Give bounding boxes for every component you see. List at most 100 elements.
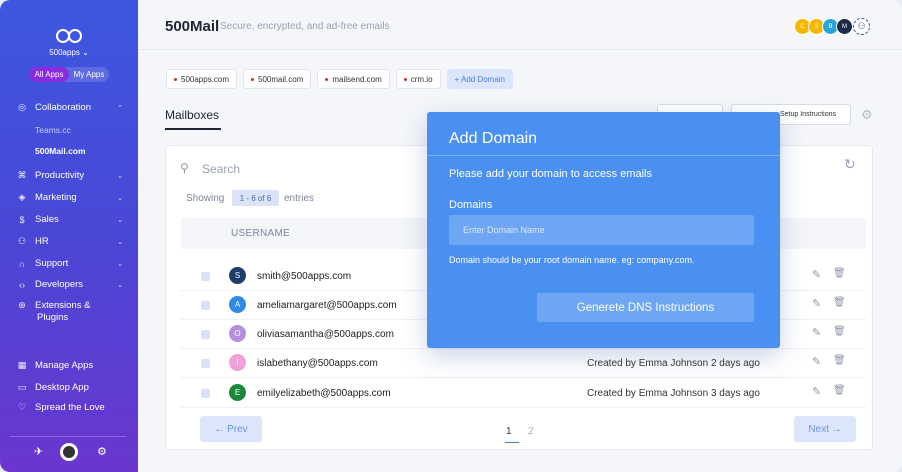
- row-email: emilyelizabeth@500apps.com: [257, 388, 391, 399]
- sidebar-item-label: Manage Apps: [35, 360, 94, 371]
- search-icon: ⚲: [180, 161, 189, 175]
- sidebar-item-collaboration[interactable]: ◎ Collaboration ⌃: [17, 102, 125, 113]
- all-apps-toggle[interactable]: All Apps: [29, 67, 69, 82]
- edit-icon[interactable]: ✎: [812, 385, 821, 398]
- trash-icon[interactable]: 🗑: [833, 297, 846, 308]
- sidebar-item-label: Sales: [35, 214, 59, 225]
- showing-label: Showing: [186, 193, 225, 204]
- sidebar-item-spread-love[interactable]: ♡ Spread the Love: [17, 402, 125, 413]
- sidebar-item-developers[interactable]: ‹› Developers ⌄: [17, 279, 125, 290]
- row-email: islabethany@500apps.com: [257, 358, 378, 369]
- add-domain-modal: Add Domain Please add your domain to acc…: [427, 112, 780, 348]
- row-email: oliviasamantha@500apps.com: [257, 329, 394, 340]
- sidebar-item-label: Spread the Love: [35, 402, 105, 413]
- puzzle-icon: ⊛: [18, 300, 26, 310]
- sidebar-item-label: Marketing: [35, 192, 77, 203]
- headset-icon: ∩: [18, 258, 26, 269]
- sidebar-item-extensions[interactable]: ⊛ Extensions &: [17, 300, 125, 311]
- row-checkbox[interactable]: [201, 389, 210, 398]
- edit-icon[interactable]: ✎: [812, 297, 821, 310]
- sidebar-item-productivity[interactable]: ⌘ Productivity ⌄: [17, 170, 125, 181]
- avatar[interactable]: M: [836, 18, 853, 35]
- edit-icon[interactable]: ✎: [812, 326, 821, 339]
- monitor-icon: ▭: [17, 382, 27, 392]
- dollar-icon: $: [19, 214, 25, 225]
- code-icon: ‹›: [19, 279, 25, 290]
- modal-description: Please add your domain to access emails: [449, 168, 652, 180]
- domain-hint: Domain should be your root domain name. …: [449, 255, 695, 265]
- avatar: A: [229, 296, 246, 313]
- row-created-by: Created by Emma Johnson 3 days ago: [587, 388, 760, 399]
- entries-range-badge: 1 - 6 of 6: [232, 190, 279, 206]
- page-title: 500Mail: [165, 18, 220, 35]
- page-number-2[interactable]: 2: [528, 426, 534, 437]
- domain-tag[interactable]: mailsend.com: [317, 69, 390, 89]
- row-created-by: Created by Emma Johnson 2 days ago: [587, 358, 760, 369]
- row-checkbox[interactable]: [201, 272, 210, 281]
- sidebar-item-manage-apps[interactable]: ▦ Manage Apps: [17, 360, 125, 371]
- sidebar-subitem-teams[interactable]: Teams.cc: [35, 125, 71, 135]
- sidebar-divider: [10, 436, 126, 437]
- next-page-button[interactable]: Next →: [794, 416, 856, 442]
- avatar: I: [229, 354, 246, 371]
- search-input[interactable]: Search: [202, 162, 240, 176]
- gear-icon[interactable]: ⚙: [97, 445, 107, 458]
- avatar[interactable]: [60, 443, 78, 461]
- rocket-icon[interactable]: ✈: [34, 445, 43, 458]
- domain-tag[interactable]: 500apps.com: [166, 69, 238, 89]
- trash-icon[interactable]: 🗑: [833, 268, 846, 279]
- page-number-1[interactable]: 1: [506, 426, 512, 437]
- row-checkbox[interactable]: [201, 330, 210, 339]
- sidebar-item-label: Collaboration: [35, 102, 91, 113]
- sidebar-subitem-500mail[interactable]: 500Mail.com: [35, 146, 86, 156]
- heart-icon: ♡: [17, 402, 27, 412]
- domain-tag[interactable]: 500mail.com: [243, 69, 312, 89]
- add-user-icon[interactable]: ⚇: [853, 18, 870, 35]
- chevron-down-icon: ⌄: [117, 172, 123, 180]
- domain-name-input[interactable]: [449, 215, 754, 245]
- avatar: S: [229, 267, 246, 284]
- row-checkbox[interactable]: [201, 301, 210, 310]
- domains-label: Domains: [449, 199, 493, 211]
- column-header-username[interactable]: USERNAME: [231, 228, 290, 239]
- my-apps-toggle[interactable]: My Apps: [69, 67, 109, 82]
- sidebar-item-marketing[interactable]: ◈ Marketing ⌄: [17, 192, 125, 203]
- add-domain-button[interactable]: + Add Domain: [446, 69, 514, 89]
- trash-icon[interactable]: 🗑: [833, 326, 846, 337]
- chevron-down-icon: ⌄: [117, 238, 123, 246]
- sidebar-item-label: Desktop App: [35, 382, 89, 393]
- chevron-down-icon: ⌄: [117, 216, 123, 224]
- entries-label: entries: [284, 193, 315, 204]
- 500apps-logo-icon[interactable]: [55, 28, 83, 44]
- page-subtitle: Secure, encrypted, and ad-free emails: [220, 21, 390, 32]
- settings-gear-icon[interactable]: ⚙: [861, 107, 873, 123]
- globe-icon: ◎: [18, 102, 26, 112]
- sidebar-item-support[interactable]: ∩ Support ⌄: [17, 258, 125, 269]
- megaphone-icon: ◈: [18, 192, 26, 202]
- table-row[interactable]: E emilyelizabeth@500apps.com Created by …: [181, 379, 866, 408]
- refresh-icon[interactable]: ↻: [844, 156, 856, 173]
- command-icon: ⌘: [17, 170, 27, 180]
- user-icon: ⚇: [17, 236, 27, 246]
- app-window: 500apps ⌄ All Apps My Apps ◎ Collaborati…: [0, 0, 902, 472]
- edit-icon[interactable]: ✎: [812, 355, 821, 368]
- trash-icon[interactable]: 🗑: [833, 385, 846, 396]
- sidebar-item-desktop-app[interactable]: ▭ Desktop App: [17, 382, 125, 393]
- generate-dns-button[interactable]: Generete DNS Instructions: [537, 293, 754, 322]
- row-checkbox[interactable]: [201, 359, 210, 368]
- domain-tag[interactable]: crm.io: [395, 69, 441, 89]
- table-row[interactable]: I islabethany@500apps.com Created by Emm…: [181, 349, 866, 378]
- chevron-down-icon: ⌄: [117, 194, 123, 202]
- trash-icon[interactable]: 🗑: [833, 355, 846, 366]
- prev-page-button[interactable]: ← Prev: [200, 416, 262, 442]
- sidebar-item-label: Support: [35, 258, 69, 269]
- sidebar-item-sales[interactable]: $ Sales ⌄: [17, 214, 125, 225]
- sidebar-item-hr[interactable]: ⚇ HR ⌄: [17, 236, 125, 247]
- modal-divider: [427, 155, 780, 156]
- edit-icon[interactable]: ✎: [812, 268, 821, 281]
- tab-mailboxes[interactable]: Mailboxes: [165, 108, 219, 122]
- chevron-down-icon: ⌄: [117, 260, 123, 268]
- avatar: E: [229, 384, 246, 401]
- org-switcher[interactable]: 500apps ⌄: [0, 48, 138, 57]
- team-avatars: C S B M ⚇: [794, 18, 870, 35]
